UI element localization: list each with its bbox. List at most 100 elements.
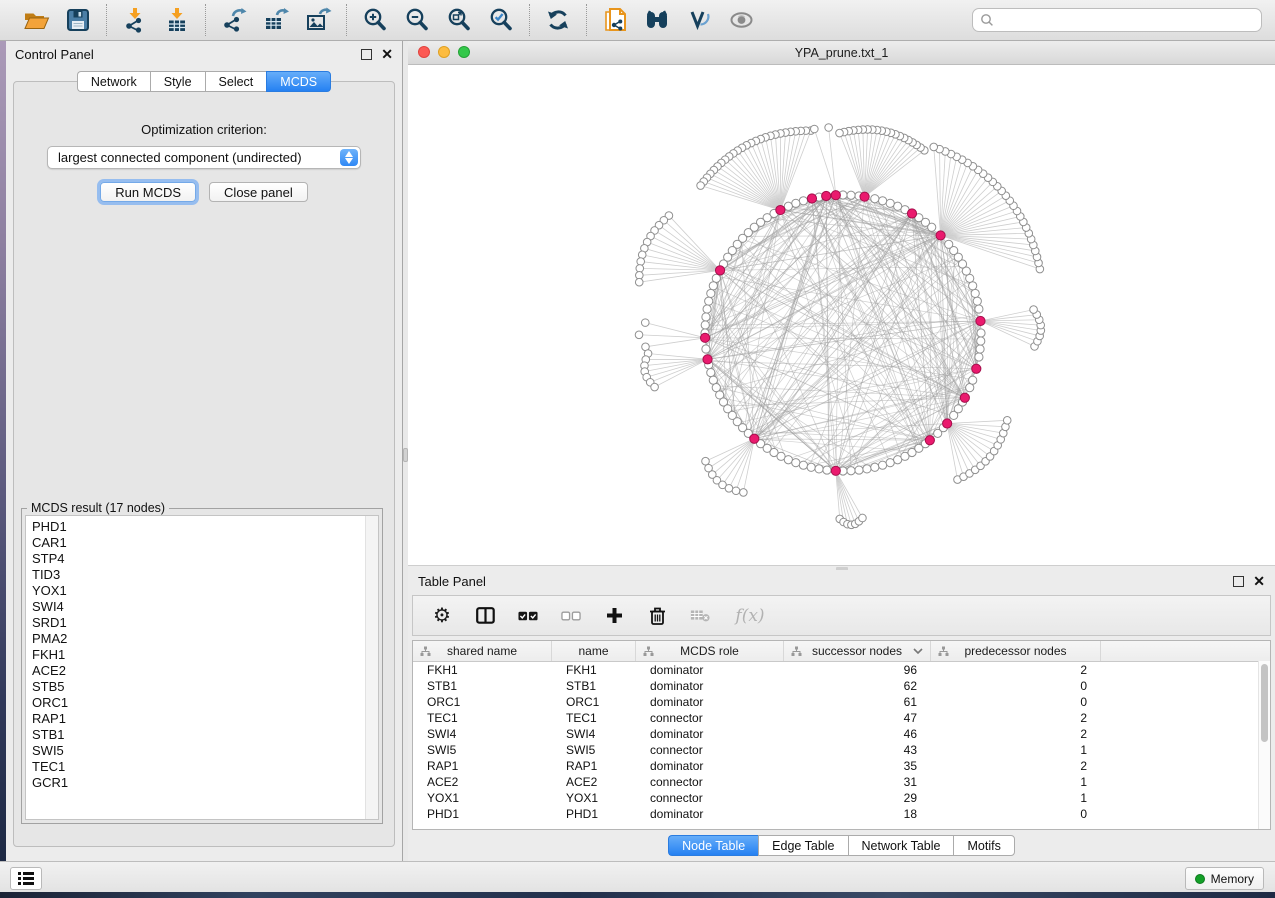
network-node[interactable]	[976, 345, 984, 353]
network-node[interactable]	[971, 289, 979, 297]
network-node[interactable]	[792, 459, 800, 467]
table-tab-network-table[interactable]: Network Table	[848, 835, 954, 856]
network-node[interactable]	[784, 202, 792, 210]
table-tab-edge-table[interactable]: Edge Table	[758, 835, 847, 856]
network-hub-node[interactable]	[972, 364, 981, 373]
zoom-selected-button[interactable]	[483, 3, 519, 37]
zoom-in-button[interactable]	[357, 3, 393, 37]
table-row[interactable]: SWI4SWI4dominator462	[413, 726, 1270, 742]
close-panel-button[interactable]: Close panel	[209, 182, 308, 202]
network-leaf-node[interactable]	[825, 124, 833, 132]
tab-mcds[interactable]: MCDS	[266, 71, 331, 92]
network-hub-node[interactable]	[831, 191, 840, 200]
network-leaf-node[interactable]	[740, 489, 748, 497]
column-header-shared-name[interactable]: shared name	[413, 641, 552, 661]
list-item[interactable]: FKH1	[26, 647, 378, 663]
delete-table-button-disabled[interactable]	[690, 606, 710, 626]
network-node[interactable]	[871, 195, 879, 203]
task-history-button[interactable]	[10, 867, 42, 890]
network-node[interactable]	[847, 467, 855, 475]
network-node[interactable]	[799, 461, 807, 469]
network-node[interactable]	[702, 313, 710, 321]
network-hub-node[interactable]	[807, 194, 816, 203]
list-item[interactable]: RAP1	[26, 711, 378, 727]
network-node[interactable]	[707, 289, 715, 297]
network-node[interactable]	[705, 297, 713, 305]
network-leaf-node[interactable]	[651, 383, 659, 391]
table-row[interactable]: ORC1ORC1dominator610	[413, 694, 1270, 710]
close-window-icon[interactable]	[418, 46, 430, 58]
export-image-button[interactable]	[300, 3, 336, 37]
tab-network[interactable]: Network	[77, 71, 150, 92]
table-settings-button[interactable]: ⚙	[432, 606, 452, 626]
import-table-button[interactable]	[159, 3, 195, 37]
network-hub-node[interactable]	[925, 436, 934, 445]
list-item[interactable]: TID3	[26, 567, 378, 583]
search-field[interactable]	[972, 8, 1262, 32]
network-leaf-node[interactable]	[811, 125, 819, 133]
network-node[interactable]	[878, 197, 886, 205]
network-node[interactable]	[863, 465, 871, 473]
column-header-MCDS-role[interactable]: MCDS role	[636, 641, 784, 661]
table-tab-motifs[interactable]: Motifs	[953, 835, 1014, 856]
network-node[interactable]	[886, 199, 894, 207]
network-canvas[interactable]	[408, 65, 1275, 565]
network-hub-node[interactable]	[776, 205, 785, 214]
network-node[interactable]	[707, 368, 715, 376]
optimization-select[interactable]: largest connected component (undirected)	[47, 146, 361, 169]
table-row[interactable]: PHD1PHD1dominator180	[413, 806, 1270, 822]
network-document-button[interactable]	[597, 3, 633, 37]
column-header-successor-nodes[interactable]: successor nodes	[784, 641, 931, 661]
network-leaf-node[interactable]	[635, 331, 643, 339]
network-leaf-node[interactable]	[732, 487, 740, 495]
network-hub-node[interactable]	[960, 393, 969, 402]
list-item[interactable]: PMA2	[26, 631, 378, 647]
search-input[interactable]	[994, 12, 1254, 28]
add-row-button[interactable]	[604, 606, 624, 626]
list-item[interactable]: GCR1	[26, 775, 378, 791]
list-item[interactable]: SRD1	[26, 615, 378, 631]
save-session-button[interactable]	[60, 3, 96, 37]
function-builder-button-disabled[interactable]: f(x)	[733, 606, 767, 626]
table-row[interactable]: ACE2ACE2connector311	[413, 774, 1270, 790]
network-node[interactable]	[975, 353, 983, 361]
close-panel-icon[interactable]: ✕	[381, 48, 393, 60]
table-row[interactable]: RAP1RAP1dominator352	[413, 758, 1270, 774]
list-item[interactable]: SWI4	[26, 599, 378, 615]
run-mcds-button[interactable]: Run MCDS	[100, 182, 196, 202]
close-panel-icon[interactable]: ✕	[1253, 575, 1265, 587]
column-header-name[interactable]: name	[552, 641, 636, 661]
tab-style[interactable]: Style	[150, 71, 205, 92]
memory-button[interactable]: Memory	[1185, 867, 1264, 890]
select-all-button[interactable]	[518, 606, 538, 626]
network-node[interactable]	[847, 191, 855, 199]
table-row[interactable]: TEC1TEC1connector472	[413, 710, 1270, 726]
network-leaf-node[interactable]	[836, 129, 844, 137]
eye-button[interactable]	[723, 3, 759, 37]
float-panel-icon[interactable]	[361, 49, 372, 60]
open-file-button[interactable]	[18, 3, 54, 37]
list-item[interactable]: PHD1	[26, 519, 378, 535]
table-scrollbar[interactable]	[1258, 661, 1270, 829]
list-item[interactable]: YOX1	[26, 583, 378, 599]
network-hub-node[interactable]	[831, 466, 840, 475]
network-leaf-node[interactable]	[1030, 306, 1038, 314]
import-network-button[interactable]	[117, 3, 153, 37]
column-header-predecessor-nodes[interactable]: predecessor nodes	[931, 641, 1101, 661]
export-table-button[interactable]	[258, 3, 294, 37]
list-item[interactable]: STB5	[26, 679, 378, 695]
network-hub-node[interactable]	[750, 434, 759, 443]
network-node[interactable]	[855, 466, 863, 474]
network-hub-node[interactable]	[907, 209, 916, 218]
minimize-window-icon[interactable]	[438, 46, 450, 58]
deselect-all-button[interactable]	[561, 606, 581, 626]
show-graphics-details-button[interactable]	[681, 3, 717, 37]
zoom-fit-button[interactable]	[441, 3, 477, 37]
network-hub-node[interactable]	[976, 316, 985, 325]
network-node[interactable]	[878, 461, 886, 469]
network-leaf-node[interactable]	[697, 182, 705, 190]
list-item[interactable]: STB1	[26, 727, 378, 743]
zoom-out-button[interactable]	[399, 3, 435, 37]
network-node[interactable]	[701, 321, 709, 329]
table-row[interactable]: SWI5SWI5connector431	[413, 742, 1270, 758]
